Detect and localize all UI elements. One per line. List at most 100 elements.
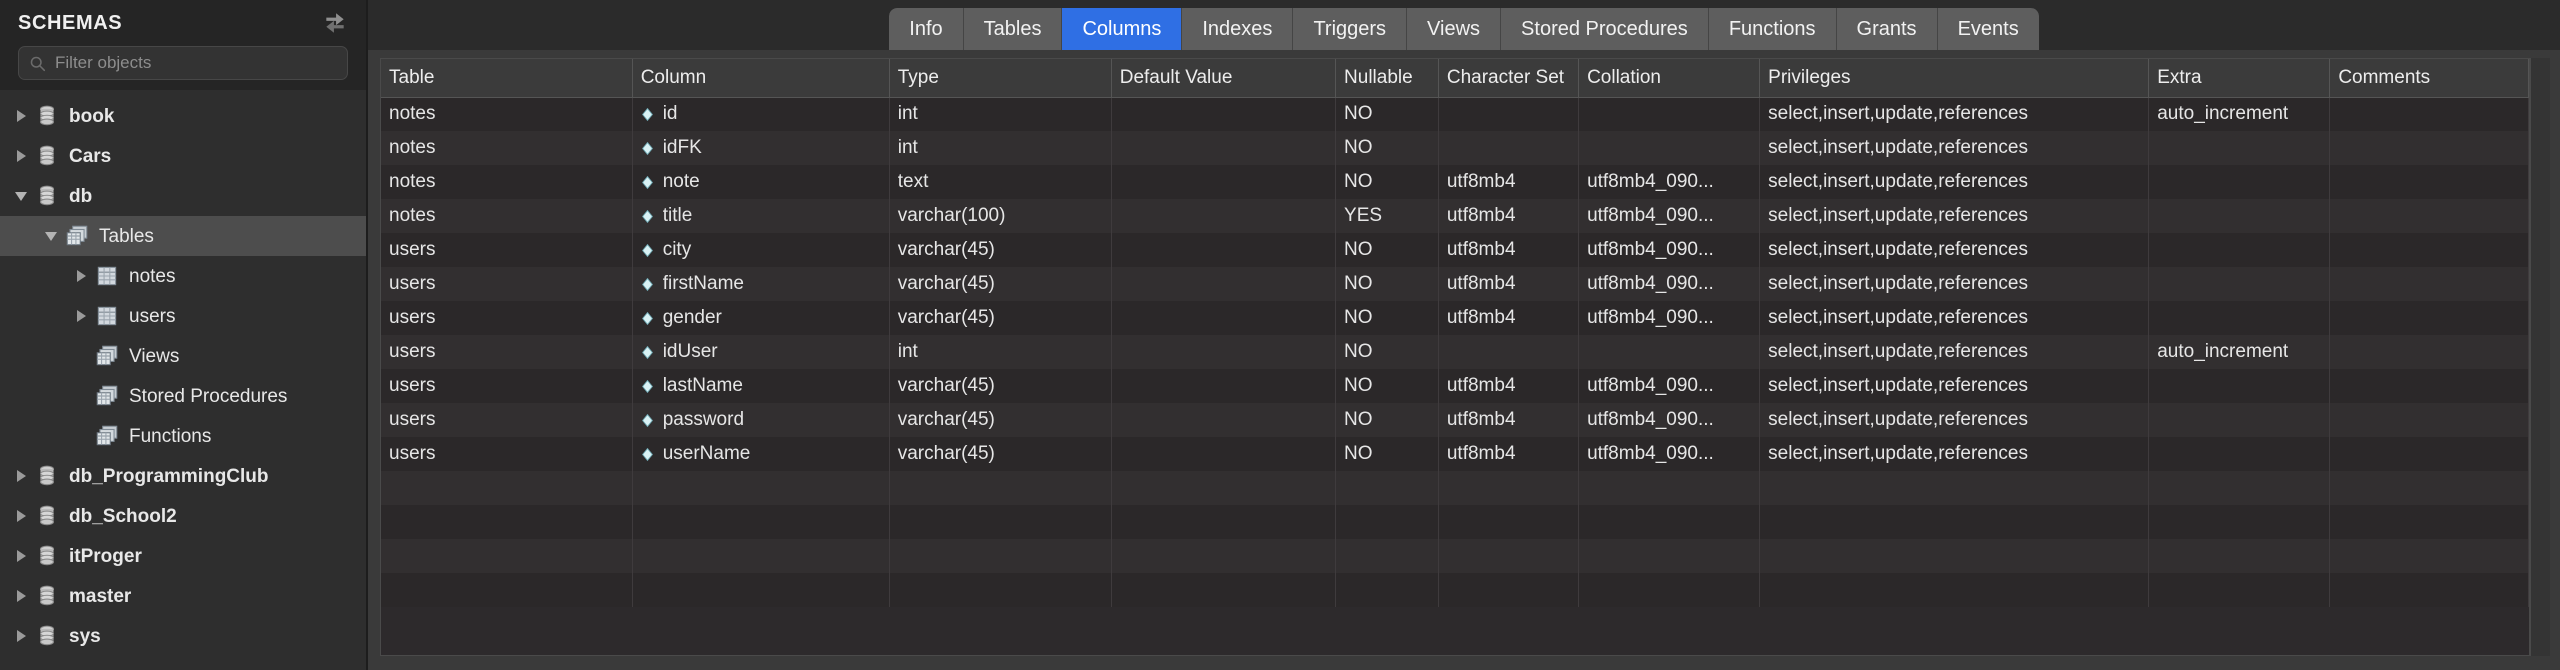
cell-collation[interactable]: utf8mb4_090... <box>1578 233 1761 267</box>
cell-type[interactable]: int <box>889 97 1112 131</box>
cell-privileges[interactable]: select,insert,update,references <box>1759 199 2150 233</box>
cell-empty[interactable] <box>2148 539 2331 573</box>
cell-comments[interactable] <box>2329 199 2529 233</box>
cell-column[interactable]: title <box>632 199 890 233</box>
cell-empty[interactable] <box>1335 505 1439 539</box>
cell-default[interactable] <box>1111 165 1337 199</box>
tree-item-stored-procedures[interactable]: Stored Procedures <box>0 376 366 416</box>
cell-empty[interactable] <box>1335 539 1439 573</box>
cell-type[interactable]: int <box>889 335 1112 369</box>
cell-empty[interactable] <box>632 573 890 607</box>
twisty-right-icon[interactable] <box>8 510 34 522</box>
table-row[interactable]: notes title varchar(100) YES utf8mb4 utf8mb4_… <box>381 199 2529 233</box>
column-header-default-value[interactable]: Default Value <box>1111 59 1337 98</box>
cell-type[interactable]: varchar(45) <box>889 301 1112 335</box>
cell-empty[interactable] <box>1759 471 2150 505</box>
cell-table[interactable]: users <box>381 267 633 301</box>
grid-vertical-scrollbar[interactable] <box>2530 58 2550 656</box>
column-header-column[interactable]: Column <box>632 59 890 98</box>
cell-nullable[interactable]: NO <box>1335 165 1439 199</box>
cell-empty[interactable] <box>1438 471 1580 505</box>
cell-empty[interactable] <box>632 539 890 573</box>
cell-empty[interactable] <box>1111 539 1337 573</box>
cell-comments[interactable] <box>2329 437 2529 471</box>
cell-nullable[interactable]: NO <box>1335 335 1439 369</box>
cell-collation[interactable]: utf8mb4_090... <box>1578 437 1761 471</box>
cell-default[interactable] <box>1111 267 1337 301</box>
cell-default[interactable] <box>1111 199 1337 233</box>
cell-collation[interactable] <box>1578 131 1761 165</box>
cell-empty[interactable] <box>1759 539 2150 573</box>
cell-column[interactable]: idFK <box>632 131 890 165</box>
cell-empty[interactable] <box>1438 539 1580 573</box>
cell-nullable[interactable]: NO <box>1335 369 1439 403</box>
cell-comments[interactable] <box>2329 267 2529 301</box>
tab-triggers[interactable]: Triggers <box>1293 8 1408 50</box>
twisty-right-icon[interactable] <box>8 630 34 642</box>
cell-table[interactable]: users <box>381 369 633 403</box>
tree-item-tables[interactable]: Tables <box>0 216 366 256</box>
table-row[interactable]: users idUser int NO select,insert,update,ref… <box>381 335 2529 369</box>
twisty-down-icon[interactable] <box>8 191 34 201</box>
column-header-collation[interactable]: Collation <box>1578 59 1761 98</box>
twisty-right-icon[interactable] <box>8 150 34 162</box>
column-header-table[interactable]: Table <box>381 59 633 98</box>
filter-objects-input[interactable] <box>55 53 337 73</box>
cell-empty[interactable] <box>1578 573 1761 607</box>
column-header-nullable[interactable]: Nullable <box>1335 59 1439 98</box>
cell-privileges[interactable]: select,insert,update,references <box>1759 403 2150 437</box>
cell-column[interactable]: note <box>632 165 890 199</box>
tree-item-functions[interactable]: Functions <box>0 416 366 456</box>
cell-column[interactable]: userName <box>632 437 890 471</box>
cell-privileges[interactable]: select,insert,update,references <box>1759 233 2150 267</box>
cell-empty[interactable] <box>1335 573 1439 607</box>
tab-tables[interactable]: Tables <box>963 8 1063 50</box>
cell-column[interactable]: city <box>632 233 890 267</box>
column-header-privileges[interactable]: Privileges <box>1759 59 2150 98</box>
table-row[interactable]: users city varchar(45) NO utf8mb4 utf8mb4_090… <box>381 233 2529 267</box>
cell-table[interactable]: notes <box>381 97 633 131</box>
cell-comments[interactable] <box>2329 97 2529 131</box>
cell-privileges[interactable]: select,insert,update,references <box>1759 131 2150 165</box>
cell-type[interactable]: varchar(45) <box>889 233 1112 267</box>
tab-info[interactable]: Info <box>889 8 964 50</box>
cell-table[interactable]: users <box>381 403 633 437</box>
cell-collation[interactable] <box>1578 335 1761 369</box>
cell-charset[interactable] <box>1438 335 1580 369</box>
cell-column[interactable]: idUser <box>632 335 890 369</box>
tab-views[interactable]: Views <box>1407 8 1502 50</box>
twisty-right-icon[interactable] <box>68 310 94 322</box>
cell-charset[interactable]: utf8mb4 <box>1438 267 1580 301</box>
cell-privileges[interactable]: select,insert,update,references <box>1759 369 2150 403</box>
cell-nullable[interactable]: NO <box>1335 301 1439 335</box>
cell-empty[interactable] <box>381 573 633 607</box>
cell-type[interactable]: varchar(45) <box>889 267 1112 301</box>
cell-empty[interactable] <box>381 539 633 573</box>
table-row-empty[interactable] <box>381 573 2529 607</box>
column-header-character-set[interactable]: Character Set <box>1438 59 1580 98</box>
cell-empty[interactable] <box>1111 471 1337 505</box>
tab-stored-procedures[interactable]: Stored Procedures <box>1501 8 1709 50</box>
cell-column[interactable]: id <box>632 97 890 131</box>
cell-empty[interactable] <box>1578 471 1761 505</box>
twisty-right-icon[interactable] <box>8 110 34 122</box>
cell-extra[interactable]: auto_increment <box>2148 97 2331 131</box>
filter-objects-box[interactable] <box>18 46 348 80</box>
tree-item-db-school2[interactable]: db_School2 <box>0 496 366 536</box>
cell-empty[interactable] <box>1335 471 1439 505</box>
cell-empty[interactable] <box>2329 539 2529 573</box>
cell-type[interactable]: varchar(45) <box>889 369 1112 403</box>
tab-functions[interactable]: Functions <box>1708 8 1837 50</box>
tab-columns[interactable]: Columns <box>1062 8 1183 50</box>
cell-comments[interactable] <box>2329 301 2529 335</box>
cell-extra[interactable]: auto_increment <box>2148 335 2331 369</box>
cell-empty[interactable] <box>381 505 633 539</box>
cell-empty[interactable] <box>381 471 633 505</box>
cell-privileges[interactable]: select,insert,update,references <box>1759 165 2150 199</box>
table-row[interactable]: notes idFK int NO select,insert,update,refer… <box>381 131 2529 165</box>
cell-extra[interactable] <box>2148 267 2331 301</box>
cell-comments[interactable] <box>2329 233 2529 267</box>
cell-table[interactable]: notes <box>381 131 633 165</box>
cell-nullable[interactable]: NO <box>1335 437 1439 471</box>
cell-nullable[interactable]: NO <box>1335 403 1439 437</box>
